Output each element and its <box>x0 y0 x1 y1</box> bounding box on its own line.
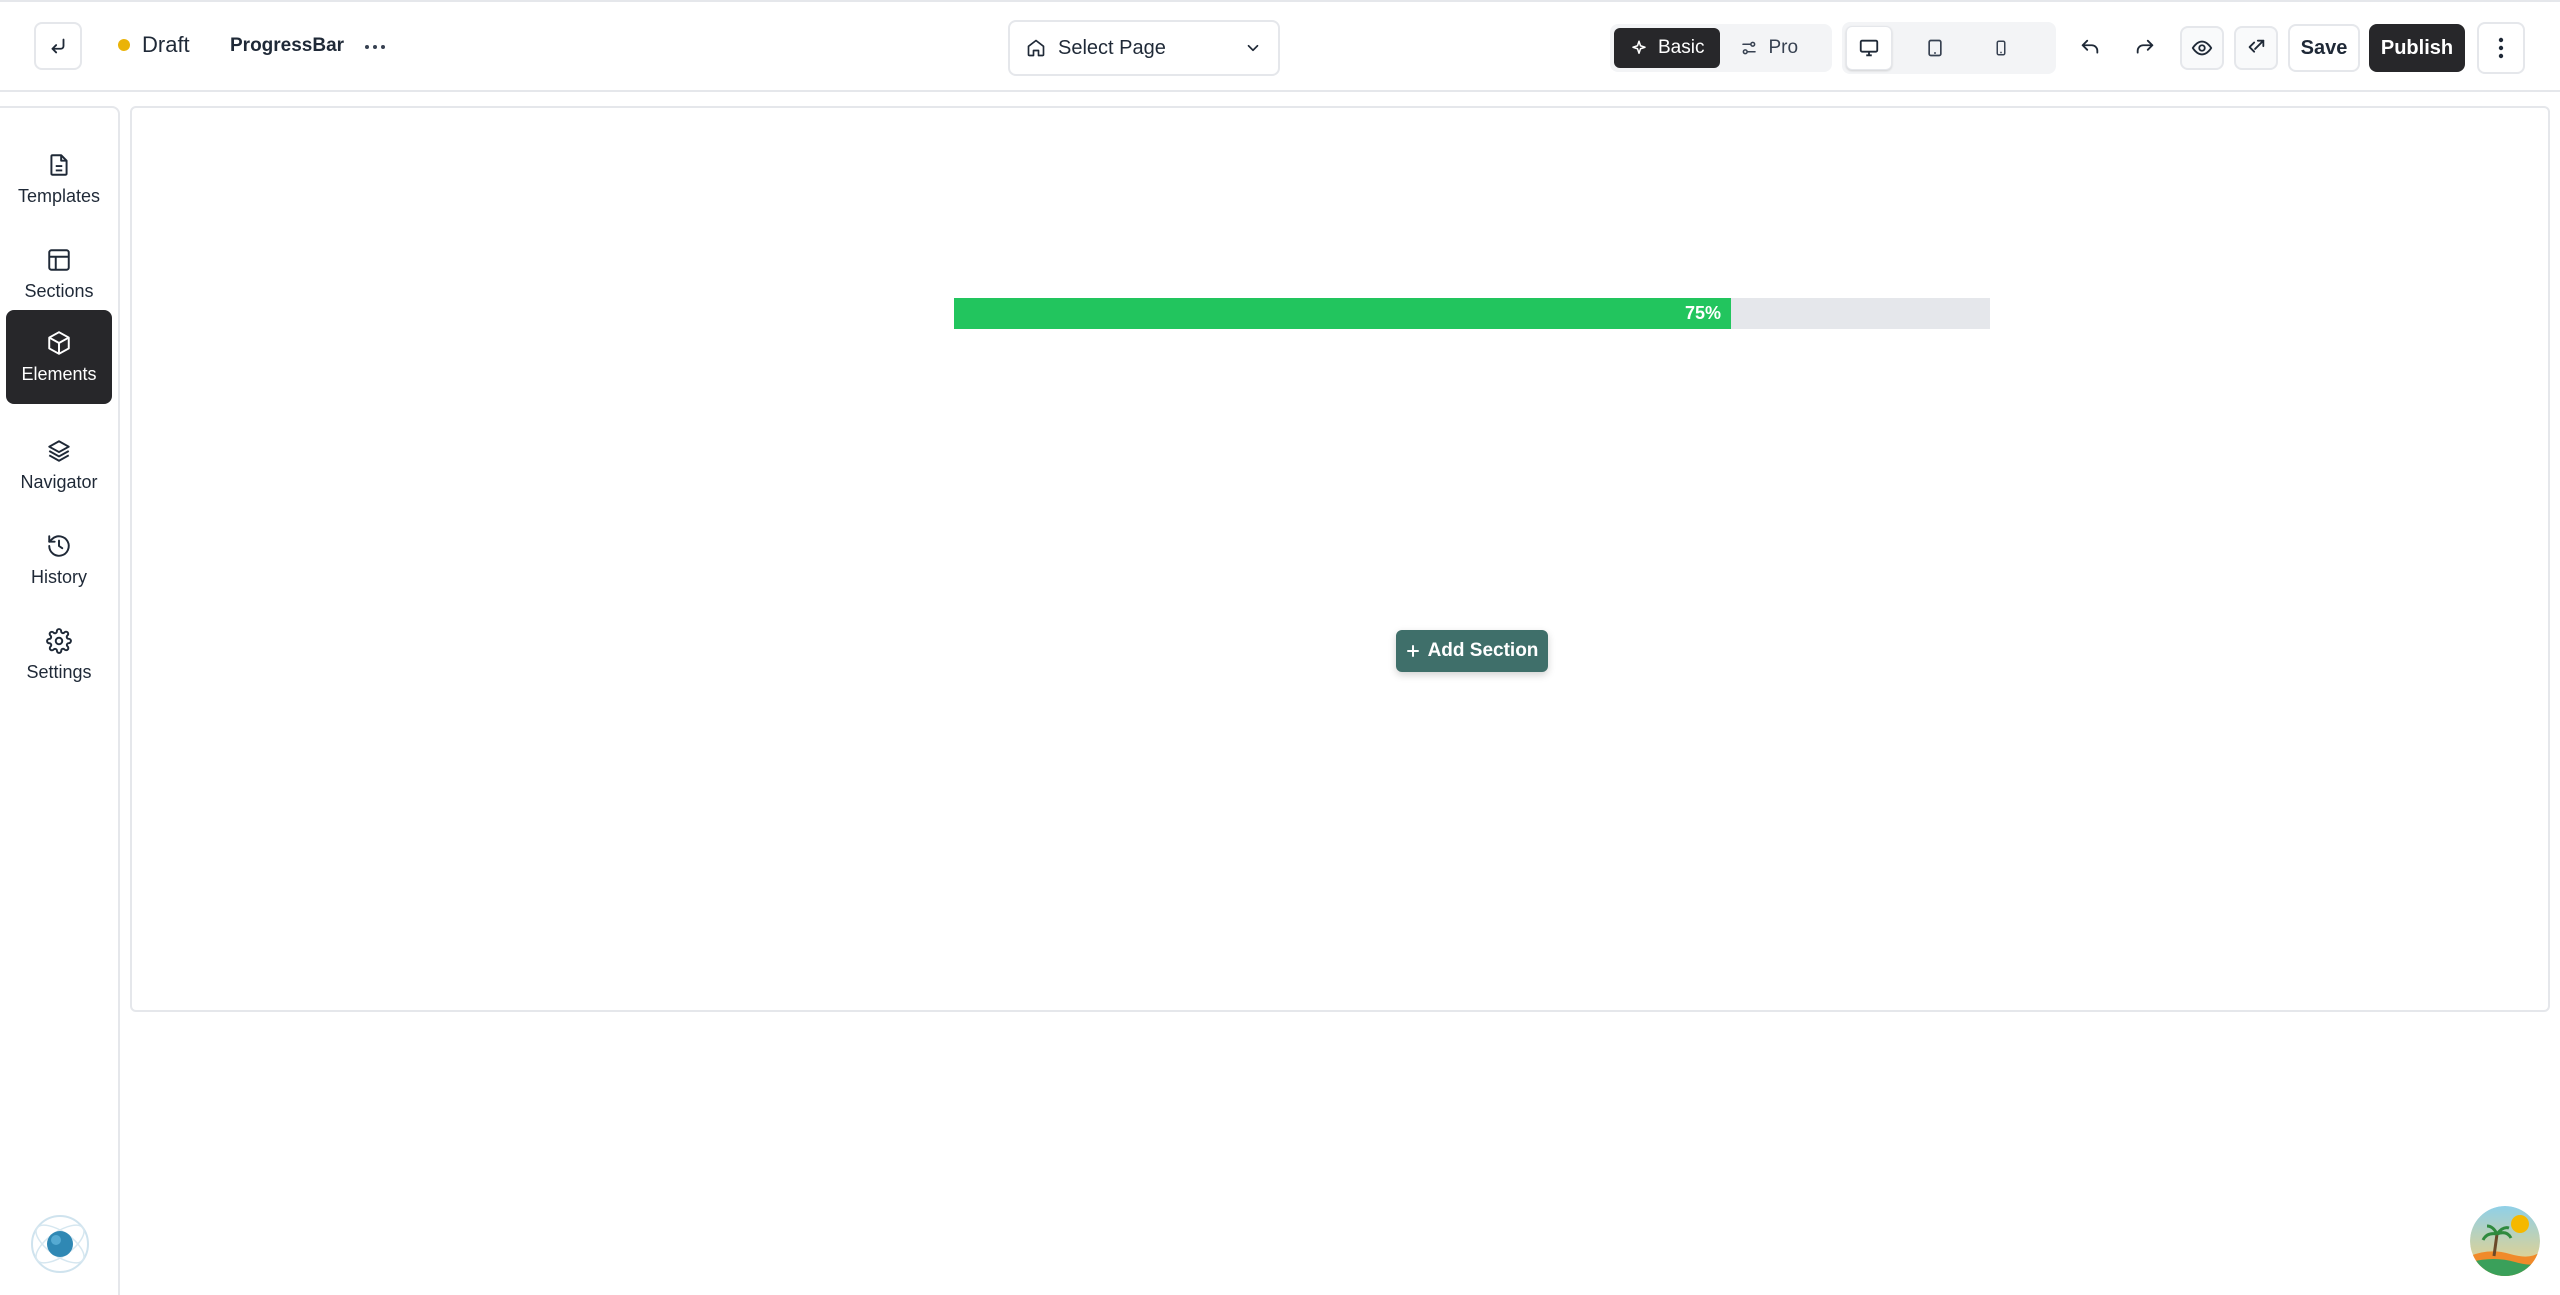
left-sidebar: Templates Sections Elements Navigator Hi… <box>0 106 120 1295</box>
plus-icon <box>1406 644 1420 658</box>
mobile-view-button[interactable] <box>1978 26 2024 70</box>
sidebar-item-templates[interactable]: Templates <box>6 132 112 226</box>
sidebar-item-navigator[interactable]: Navigator <box>6 418 112 512</box>
mode-basic-label: Basic <box>1658 37 1705 58</box>
select-page-label: Select Page <box>1058 36 1166 59</box>
publish-button[interactable]: Publish <box>2369 24 2465 72</box>
gear-icon <box>46 627 72 654</box>
desktop-view-button[interactable] <box>1846 26 1892 70</box>
sidebar-item-label: Navigator <box>20 471 98 492</box>
editor-canvas[interactable]: 75% Add Section <box>130 106 2550 1012</box>
home-icon <box>1026 38 1046 58</box>
eye-icon <box>2191 37 2213 59</box>
sidebar-item-history[interactable]: History <box>6 513 112 607</box>
cube-icon <box>46 330 72 356</box>
sidebar-item-label: Elements <box>21 363 97 384</box>
save-button[interactable]: Save <box>2288 24 2360 72</box>
progress-bar[interactable]: 75% <box>954 298 1990 329</box>
add-section-label: Add Section <box>1427 640 1539 661</box>
sidebar-item-label: Templates <box>17 185 101 206</box>
status-label: Draft <box>142 32 190 57</box>
layout-icon <box>46 247 72 273</box>
status-dot <box>118 39 130 51</box>
mode-pro-label: Pro <box>1768 37 1799 58</box>
mode-pro-button[interactable]: Pro <box>1724 28 1814 68</box>
top-toolbar: Draft ProgressBar Select Page Basic Pro <box>0 0 2560 92</box>
sparkle-icon <box>1630 39 1648 57</box>
sidebar-item-sections[interactable]: Sections <box>6 227 112 321</box>
more-horizontal-icon <box>364 43 386 51</box>
file-icon <box>46 152 72 178</box>
layers-icon <box>46 438 72 464</box>
tablet-icon <box>1925 37 1945 59</box>
progress-label: 75% <box>1684 303 1721 323</box>
smartphone-icon <box>1992 37 2010 59</box>
app-logo-globe[interactable] <box>28 1212 92 1276</box>
chevron-down-icon <box>1244 39 1262 57</box>
tablet-view-button[interactable] <box>1912 26 1958 70</box>
undo-icon <box>2079 37 2101 59</box>
sliders-icon <box>1740 39 1758 57</box>
draft-status: Draft <box>118 32 190 58</box>
undo-button[interactable] <box>2068 26 2112 70</box>
monitor-icon <box>1858 37 1880 59</box>
more-options-button[interactable] <box>2477 22 2525 74</box>
editor-mode-toggle: Basic Pro <box>1610 24 1832 72</box>
select-page-dropdown[interactable]: Select Page <box>1008 20 1280 76</box>
redo-button[interactable] <box>2123 26 2167 70</box>
return-arrow-icon <box>47 35 69 57</box>
mode-basic-button[interactable]: Basic <box>1614 28 1721 68</box>
progress-bar-fill: 75% <box>954 298 1731 329</box>
open-external-button[interactable] <box>2234 26 2278 70</box>
redo-icon <box>2134 37 2156 59</box>
page-name[interactable]: ProgressBar <box>230 35 344 57</box>
back-button[interactable] <box>34 22 82 70</box>
sidebar-item-label: Sections <box>24 280 94 301</box>
page-options-button[interactable] <box>362 34 388 60</box>
external-link-icon <box>2245 37 2267 59</box>
add-section-button[interactable]: Add Section <box>1396 630 1548 672</box>
user-avatar[interactable] <box>2470 1206 2540 1276</box>
history-icon <box>46 533 72 559</box>
more-vertical-icon <box>2498 37 2504 59</box>
sidebar-item-elements[interactable]: Elements <box>6 310 112 404</box>
sidebar-item-settings[interactable]: Settings <box>6 608 112 702</box>
preview-button[interactable] <box>2180 26 2224 70</box>
sidebar-item-label: History <box>30 566 87 587</box>
sidebar-item-label: Settings <box>26 661 92 682</box>
device-preview-toggle <box>1842 22 2056 74</box>
